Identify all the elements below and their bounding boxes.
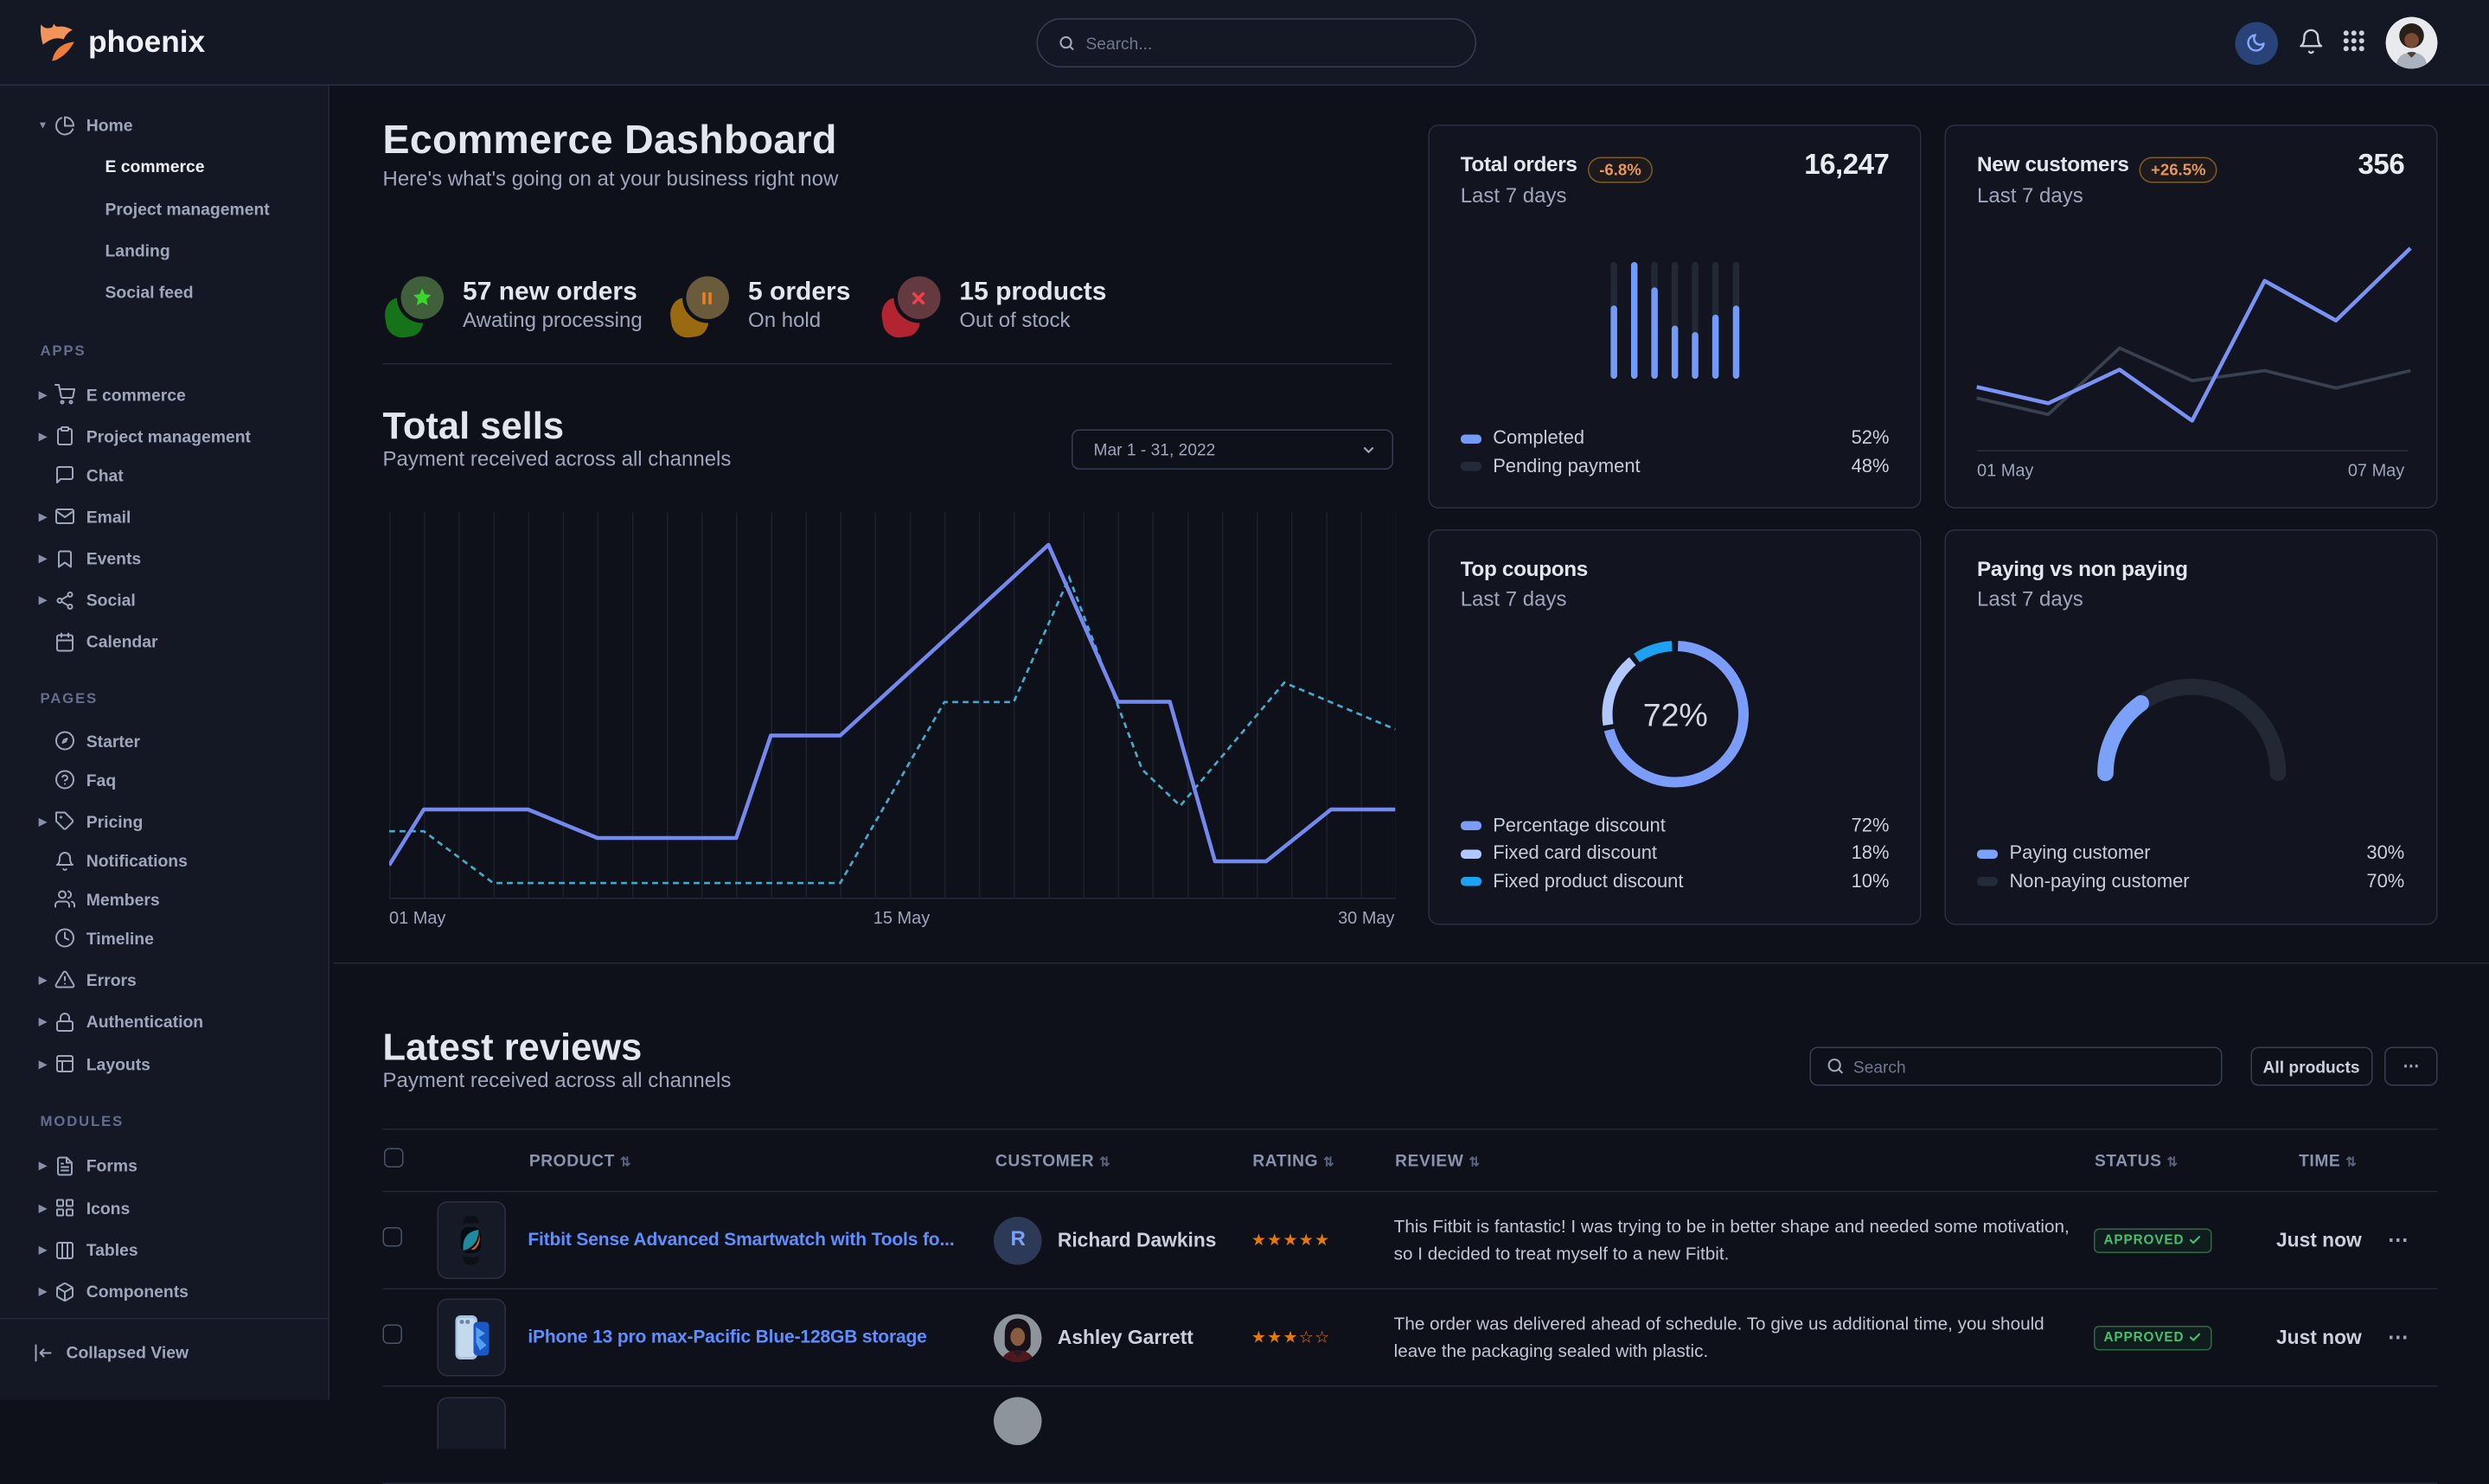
svg-text:72%: 72% (1643, 697, 1708, 733)
